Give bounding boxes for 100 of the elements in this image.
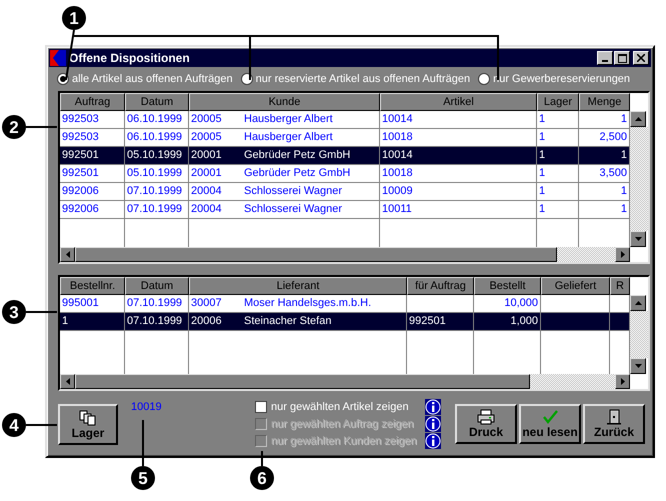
table-cell: 1 [620, 185, 627, 197]
down-arrow-icon[interactable] [634, 364, 642, 368]
column-header[interactable]: Geliefert [541, 277, 610, 295]
table-cell: 1 [620, 203, 627, 215]
column-header[interactable]: Datum [125, 93, 189, 111]
table-row[interactable]: 992503 06.10.1999 20005 Hausberger Albert 10014 1 1 [60, 111, 630, 129]
radio-button[interactable] [240, 73, 253, 85]
table-row[interactable]: 992501 05.10.1999 20001 Gebrüder Petz GmbH 10014 1 1 [60, 147, 630, 165]
table-cell-text: 30007 [191, 296, 223, 311]
info-icon[interactable] [425, 398, 441, 414]
table-cell: 07.10.1999 [127, 315, 182, 327]
radio-button[interactable] [478, 73, 490, 85]
table-cell: 992501 [62, 149, 99, 161]
table-cell: 1 [539, 203, 546, 215]
column-header[interactable]: R [610, 277, 630, 295]
callout-badge: 2 [2, 115, 26, 139]
scroll-thumb[interactable] [75, 247, 557, 262]
table-cell: 10,000 [504, 297, 538, 309]
column-header[interactable]: Bestellnr. [60, 277, 125, 295]
table-row[interactable]: 1 07.10.1999 20006 Steinacher Stefan 992501 1,000 [60, 313, 630, 331]
up-arrow-icon[interactable] [634, 301, 642, 305]
table-cell: 10011 [382, 203, 412, 215]
scroll-thumb[interactable] [75, 374, 530, 389]
table-cell: Hausberger Albert [244, 113, 333, 125]
table-cell: 07.10.1999 [127, 297, 182, 309]
table-cell: 1 [620, 113, 627, 125]
door-icon [605, 409, 623, 425]
table-cell: 3,500 [599, 167, 627, 179]
table-cell-text: 20004 [191, 202, 223, 217]
table-cell: 1 [620, 149, 627, 161]
horizontal-scrollbar[interactable] [60, 374, 630, 389]
table-cell: 1 [62, 315, 68, 327]
column-header[interactable]: Kunde [189, 93, 380, 111]
radio-label[interactable]: alle Artikel aus offenen Aufträgen [72, 73, 233, 85]
info-icon[interactable] [425, 432, 441, 448]
table-cell: 06.10.1999 [127, 113, 182, 125]
down-arrow-icon[interactable] [634, 237, 642, 241]
table-cell: 995001 [62, 297, 99, 309]
table-row[interactable]: 992503 06.10.1999 20005 Hausberger Albert 10018 1 2,500 [60, 129, 630, 147]
table-cell-text: 20006 [191, 314, 223, 329]
maximize-button[interactable] [614, 51, 630, 65]
right-arrow-icon[interactable] [620, 378, 624, 385]
table-cell: 05.10.1999 [127, 167, 182, 179]
checkbox[interactable] [255, 400, 267, 412]
print-button[interactable]: Druck [455, 404, 517, 444]
right-arrow-icon[interactable] [620, 251, 624, 258]
table-cell: Schlosserei Wagner [244, 185, 342, 197]
column-header[interactable]: Datum [125, 277, 189, 295]
close-icon [637, 54, 645, 62]
checkbox-label[interactable]: nur gewählten Artikel zeigen [271, 400, 409, 412]
leader-line [261, 451, 263, 466]
table-cell: 992006 [62, 185, 99, 197]
stock-button[interactable]: Lager [58, 404, 118, 445]
column-header[interactable]: Lieferant [189, 277, 407, 295]
article-number: 10019 [131, 401, 163, 413]
info-icon[interactable] [425, 416, 441, 432]
table-cell: 992006 [62, 203, 99, 215]
table-cell-text: 20001 [191, 148, 223, 163]
table-cell: 992503 [62, 113, 99, 125]
radio-button[interactable] [57, 73, 69, 85]
leader-line [142, 420, 144, 466]
back-button[interactable]: Zurück [583, 404, 645, 444]
window-title: Offene Dispositionen [69, 51, 191, 65]
column-header[interactable]: Bestellt [474, 277, 541, 295]
column-header[interactable]: Artikel [380, 93, 537, 111]
callout-badge: 1 [62, 6, 86, 30]
printer-icon [477, 409, 495, 425]
close-button[interactable] [633, 51, 649, 65]
minimize-button[interactable] [597, 51, 613, 65]
left-arrow-icon[interactable] [66, 251, 70, 258]
table-cell: 10018 [382, 131, 413, 143]
table-row[interactable]: 992006 07.10.1999 20004 Schlosserei Wagner 10009 1 1 [60, 183, 630, 201]
up-arrow-icon[interactable] [634, 117, 642, 121]
column-header[interactable]: für Auftrag [407, 277, 474, 295]
table-cell: 06.10.1999 [127, 131, 182, 143]
horizontal-scrollbar[interactable] [60, 247, 630, 262]
left-arrow-icon[interactable] [66, 378, 70, 385]
table-cell: 1 [539, 131, 546, 143]
table-row[interactable]: 992501 05.10.1999 20001 Gebrüder Petz GmbH 10018 1 3,500 [60, 165, 630, 183]
table-cell: Gebrüder Petz GmbH [244, 167, 350, 179]
app-logo-icon [50, 50, 66, 66]
callout-badge: 4 [2, 413, 26, 437]
table-cell: 05.10.1999 [127, 149, 182, 161]
table-cell: 992503 [62, 131, 99, 143]
radio-label[interactable]: nur reservierte Artikel aus offenen Aufträgen [256, 73, 470, 85]
table-row[interactable]: 992006 07.10.1999 20004 Schlosserei Wagner 10011 1 1 [60, 201, 630, 219]
table-cell-text: 20005 [191, 130, 223, 145]
table-cell-text: 20001 [191, 166, 223, 181]
table-cell: 07.10.1999 [127, 203, 182, 215]
table-row[interactable]: 995001 07.10.1999 30007 Moser Handelsges.m.b.H. 10,000 [60, 295, 630, 313]
column-header[interactable]: Auftrag [60, 93, 125, 111]
callout-badge: 5 [131, 466, 155, 490]
table-cell: Steinacher Stefan [244, 315, 332, 327]
maximize-icon [618, 54, 626, 62]
checkmark-icon [541, 409, 559, 425]
reload-button[interactable]: neu lesen [519, 404, 581, 444]
table-cell: 07.10.1999 [127, 185, 182, 197]
column-header[interactable]: Menge [579, 93, 630, 111]
table-cell: Hausberger Albert [244, 131, 333, 143]
column-header[interactable]: Lager [537, 93, 579, 111]
